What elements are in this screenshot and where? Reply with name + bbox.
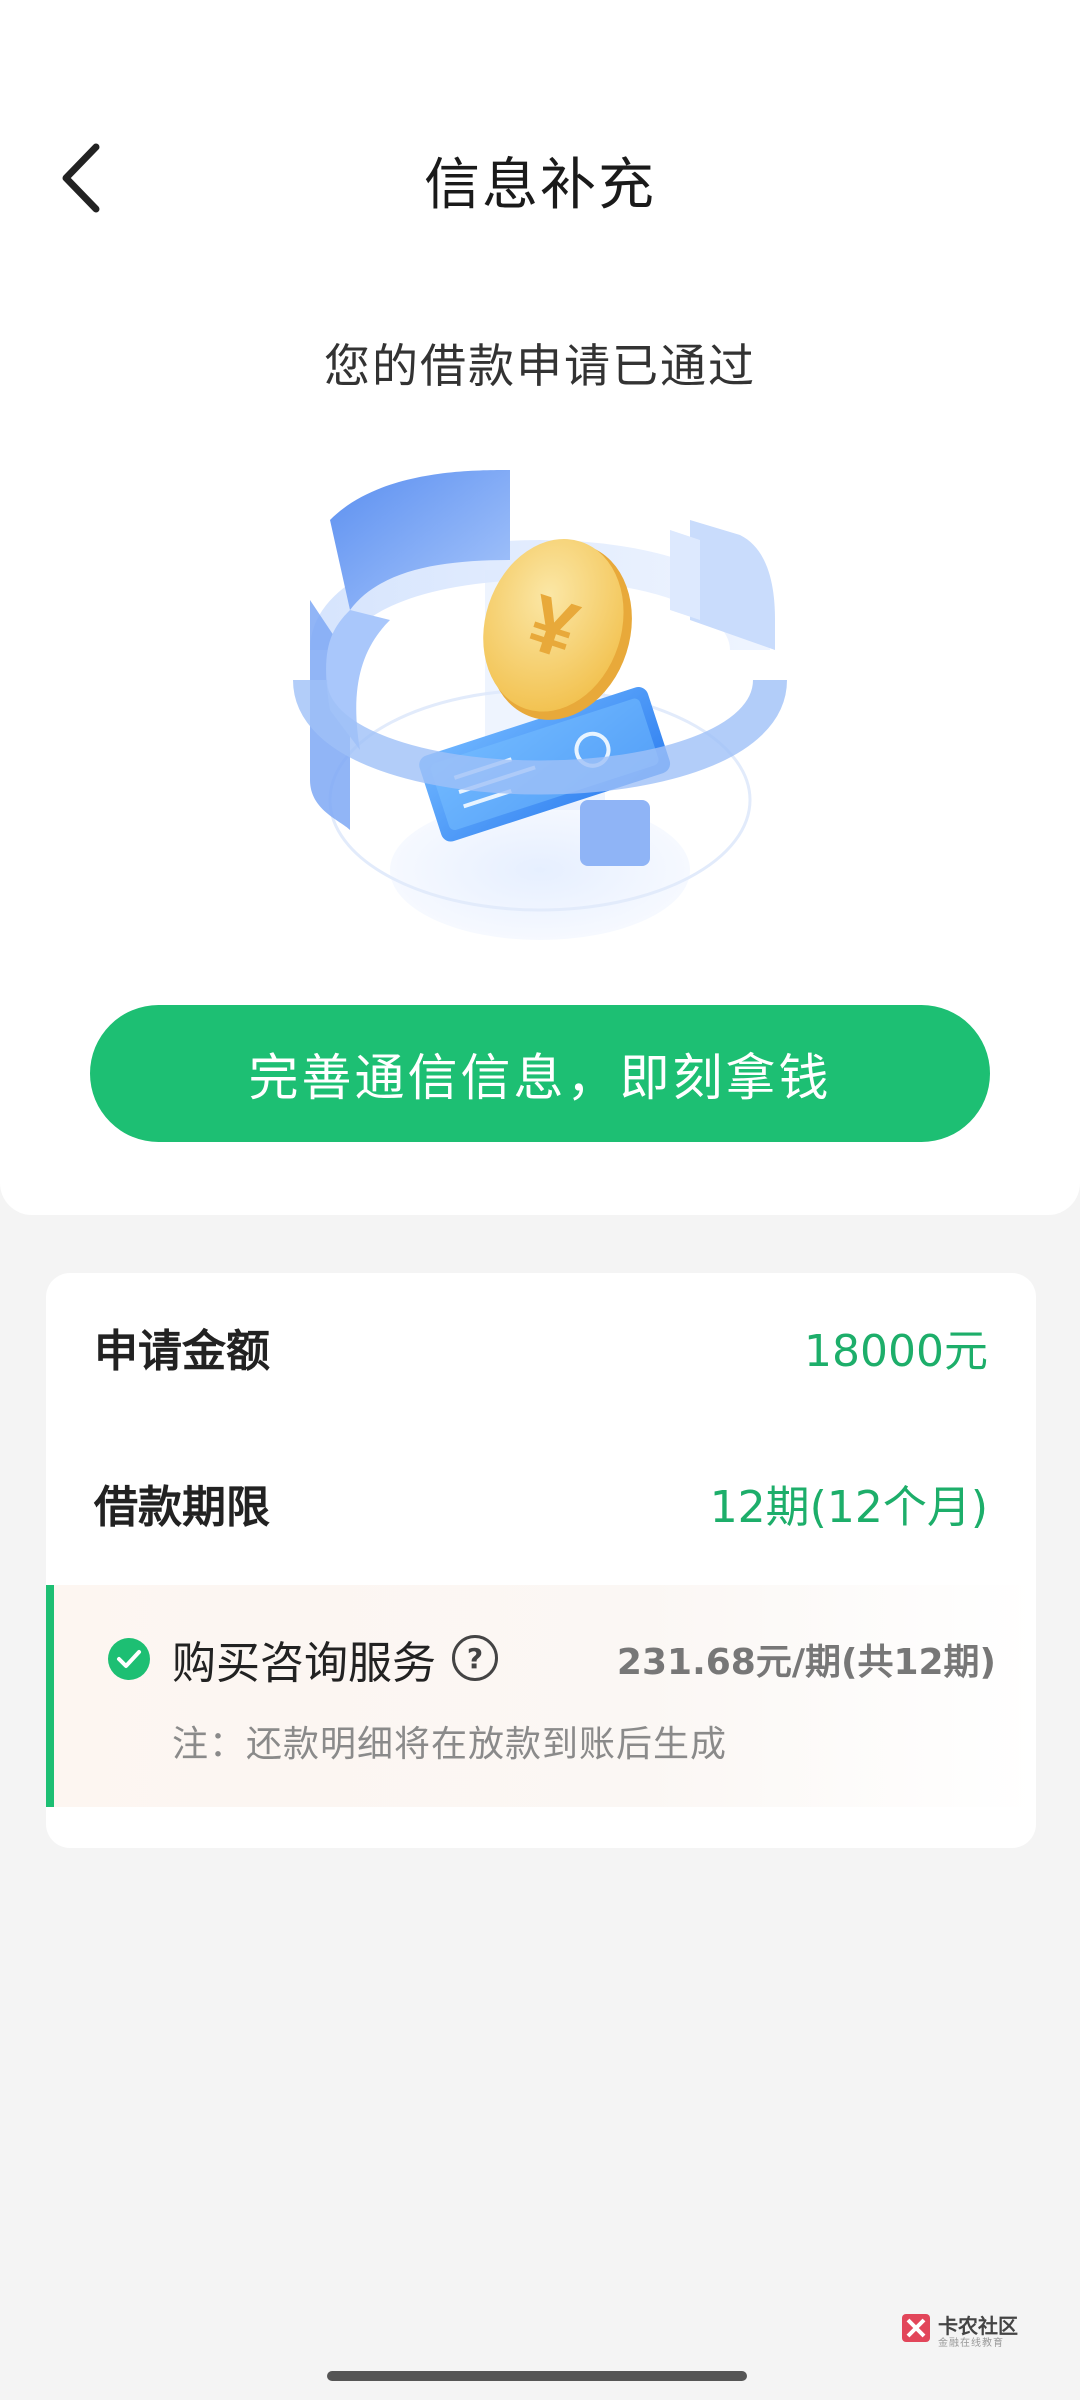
term-label: 借款期限 bbox=[94, 1482, 270, 1533]
header: 信息补充 bbox=[0, 0, 1080, 255]
watermark: 卡农社区 金融在线教育 bbox=[900, 2310, 1040, 2360]
service-price: 231.68元/期(共12期) bbox=[616, 1642, 996, 1683]
kanong-logo-icon bbox=[902, 2314, 930, 2342]
loan-info-card: 申请金额 18000元 借款期限 12期(12个月) 购买咨询服务 ? 231.… bbox=[46, 1273, 1036, 1848]
amount-row: 申请金额 18000元 bbox=[94, 1307, 988, 1387]
watermark-subtitle: 金融在线教育 bbox=[938, 2338, 1004, 2349]
consult-service-option[interactable]: 购买咨询服务 ? 231.68元/期(共12期) 注：还款明细将在放款到账后生成 bbox=[46, 1585, 1036, 1807]
amount-value: 18000元 bbox=[804, 1326, 988, 1377]
service-label: 购买咨询服务 bbox=[172, 1638, 436, 1689]
complete-info-button[interactable]: 完善通信信息，即刻拿钱 bbox=[90, 1005, 990, 1142]
amount-label: 申请金额 bbox=[94, 1326, 270, 1377]
coin-phone-ring-illustration: ¥ bbox=[293, 470, 787, 940]
page: 信息补充 您的借款申请已通过 ¥ 完善通信信息，即刻拿钱 申请金额 18000元… bbox=[0, 0, 1080, 2400]
check-circle-icon[interactable] bbox=[108, 1638, 150, 1680]
term-value: 12期(12个月) bbox=[709, 1482, 988, 1533]
repayment-note: 注：还款明细将在放款到账后生成 bbox=[172, 1724, 728, 1765]
home-indicator[interactable] bbox=[327, 2371, 747, 2381]
term-row: 借款期限 12期(12个月) bbox=[94, 1463, 988, 1543]
page-title: 信息补充 bbox=[424, 153, 656, 218]
question-mark-icon[interactable]: ? bbox=[452, 1635, 498, 1681]
approval-status-text: 您的借款申请已通过 bbox=[324, 339, 756, 393]
